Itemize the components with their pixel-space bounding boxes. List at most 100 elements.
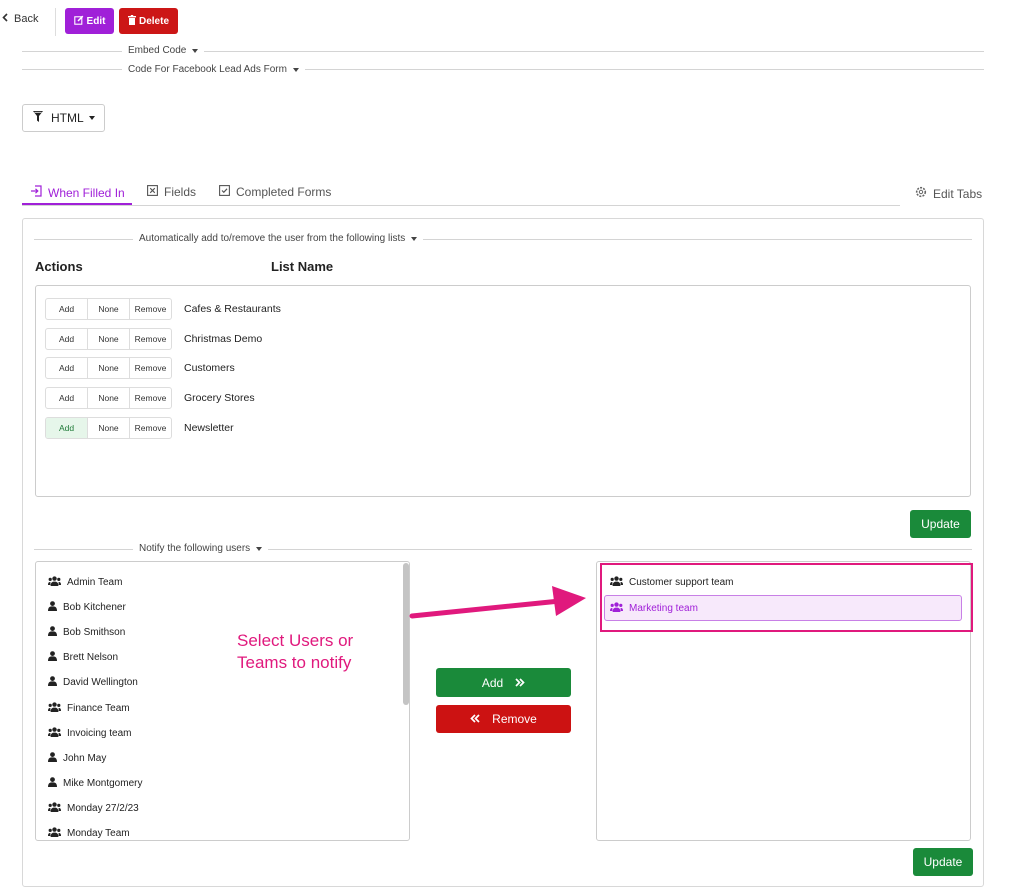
list-action-toggle[interactable]: Add None Remove	[45, 416, 172, 439]
list-action-add-option[interactable]: Add	[46, 388, 88, 409]
sign-in-icon	[30, 185, 42, 200]
notify-section-toggle[interactable]: Notify the following users	[133, 543, 269, 554]
list-action-none-option[interactable]: None	[88, 299, 130, 319]
list-action-toggle[interactable]: Add None Remove	[45, 327, 172, 350]
square-x-icon	[147, 185, 158, 199]
caret-down-icon	[292, 67, 299, 72]
available-user-name: Bob Smithson	[63, 627, 126, 639]
caret-down-icon	[411, 236, 418, 241]
users-icon	[48, 701, 61, 715]
list-action-remove-option[interactable]: Remove	[130, 329, 171, 349]
annotation-text: Select Users or Teams to notify	[237, 630, 353, 674]
list-action-remove-option[interactable]: Remove	[130, 299, 171, 319]
filter-icon	[33, 111, 43, 125]
available-user-item[interactable]: John May	[48, 751, 106, 765]
available-user-name: David Wellington	[63, 677, 138, 689]
list-action-none-option[interactable]: None	[88, 328, 130, 349]
embed-code-toggle[interactable]: Embed Code	[122, 45, 205, 56]
lists-table	[35, 285, 971, 497]
list-name: Christmas Demo	[184, 332, 263, 345]
remove-users-button[interactable]: Remove	[436, 705, 571, 733]
available-user-name: Admin Team	[67, 577, 123, 588]
user-icon	[48, 776, 57, 790]
remove-users-label: Remove	[492, 712, 537, 726]
edit-tabs-label: Edit Tabs	[933, 186, 983, 201]
list-action-remove-option[interactable]: Remove	[130, 418, 171, 438]
available-user-name: Mike Montgomery	[63, 777, 143, 789]
available-user-item[interactable]: Admin Team	[48, 576, 122, 589]
available-user-name: Monday 27/2/23	[67, 802, 139, 814]
delete-label: Delete	[138, 15, 169, 27]
list-name: Newsletter	[184, 421, 234, 434]
double-chevron-right-icon	[515, 676, 525, 690]
tab-completed-forms[interactable]: Completed Forms	[219, 185, 331, 199]
list-action-toggle[interactable]: Add None Remove	[45, 387, 172, 410]
double-chevron-left-icon	[470, 712, 480, 726]
list-action-add-option[interactable]: Add	[46, 358, 88, 379]
notify-section-title: Notify the following users	[139, 543, 251, 554]
tab-label: When Filled In	[48, 185, 125, 200]
add-users-button[interactable]: Add	[436, 668, 571, 697]
list-action-none-option[interactable]: None	[88, 417, 130, 438]
user-icon	[48, 676, 57, 689]
back-button[interactable]: Back	[2, 13, 38, 25]
user-icon	[48, 601, 57, 614]
list-action-add-option[interactable]: Add	[46, 328, 88, 349]
available-user-item[interactable]: Bob Kitchener	[48, 601, 126, 614]
list-action-add-option[interactable]: Add	[46, 299, 88, 319]
add-users-label: Add	[481, 675, 504, 690]
edit-button[interactable]: Edit	[65, 8, 114, 34]
square-check-icon	[219, 185, 230, 199]
list-name: Customers	[184, 362, 235, 375]
list-action-remove-option[interactable]: Remove	[130, 388, 171, 408]
list-action-none-option[interactable]: None	[88, 358, 130, 379]
available-user-item[interactable]: Monday Team	[48, 827, 130, 840]
list-action-none-option[interactable]: None	[88, 388, 130, 409]
embed-code-label: Embed Code	[128, 45, 187, 56]
lists-section-toggle[interactable]: Automatically add to/remove the user fro…	[133, 233, 424, 244]
tab-label: Fields	[164, 185, 197, 199]
available-user-item[interactable]: Bob Smithson	[48, 626, 125, 639]
user-icon	[48, 626, 57, 639]
annotation-highlight-box	[600, 563, 973, 632]
available-user-item[interactable]: Finance Team	[48, 701, 130, 715]
edit-tabs-button[interactable]: Edit Tabs	[915, 186, 982, 201]
trash-icon	[127, 14, 136, 28]
facebook-code-toggle[interactable]: Code For Facebook Lead Ads Form	[122, 64, 305, 75]
available-user-item[interactable]: David Wellington	[48, 676, 138, 689]
list-action-remove-option[interactable]: Remove	[130, 358, 171, 378]
available-user-item[interactable]: Brett Nelson	[48, 651, 118, 664]
edit-label: Edit	[86, 15, 106, 27]
gear-icon	[915, 186, 927, 201]
available-user-name: Invoicing team	[67, 727, 132, 739]
user-icon	[48, 651, 57, 664]
available-user-item[interactable]: Monday 27/2/23	[48, 802, 139, 815]
available-user-name: Monday Team	[67, 828, 130, 839]
caret-down-icon	[88, 116, 95, 120]
actions-header: Actions	[35, 259, 83, 274]
notify-update-button[interactable]: Update	[913, 848, 973, 876]
list-action-add-option[interactable]: Add	[46, 417, 88, 438]
list-action-toggle[interactable]: Add None Remove	[45, 357, 172, 380]
annotation-arrow-icon	[409, 586, 586, 619]
user-icon	[48, 751, 57, 765]
lists-update-button[interactable]: Update	[910, 510, 971, 538]
available-user-item[interactable]: Mike Montgomery	[48, 776, 143, 790]
toolbar-divider	[55, 8, 56, 36]
delete-button[interactable]: Delete	[119, 8, 178, 34]
users-icon	[48, 827, 61, 840]
available-user-name: Finance Team	[67, 702, 130, 714]
back-label: Back	[14, 13, 39, 25]
edit-icon	[73, 15, 84, 28]
users-icon	[48, 726, 61, 740]
available-user-item[interactable]: Invoicing team	[48, 726, 132, 740]
list-action-toggle[interactable]: Add None Remove	[45, 298, 172, 320]
list-name: Cafes & Restaurants	[184, 303, 281, 315]
tab-label: Completed Forms	[236, 185, 332, 199]
list-name-header: List Name	[271, 259, 334, 274]
tab-fields[interactable]: Fields	[147, 185, 196, 199]
format-dropdown[interactable]: HTML	[22, 104, 105, 132]
lists-section-title: Automatically add to/remove the user fro…	[139, 233, 406, 244]
format-dropdown-value: HTML	[51, 111, 84, 125]
tab-when-filled-in[interactable]: When Filled In	[30, 185, 125, 200]
